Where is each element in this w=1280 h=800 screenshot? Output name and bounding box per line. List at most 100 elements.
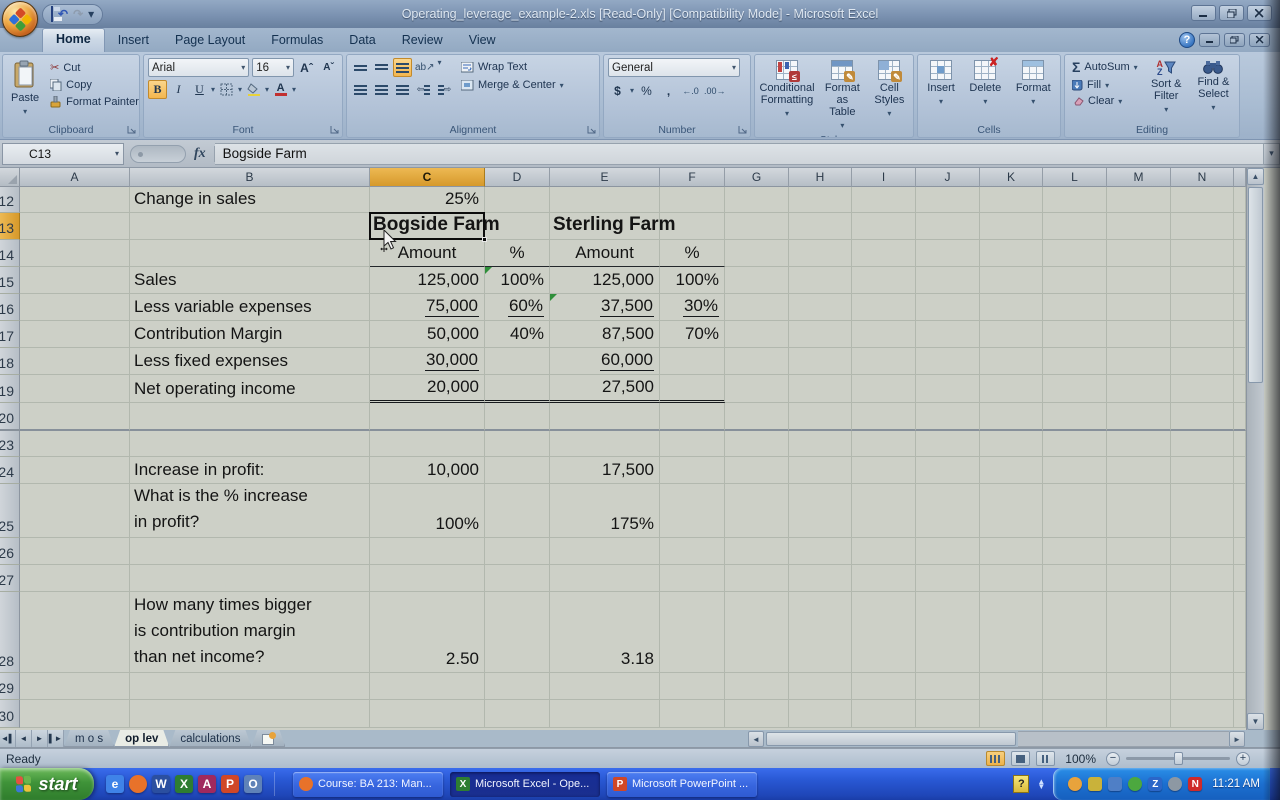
row-header-16[interactable]: 16	[0, 294, 20, 321]
cell-I16[interactable]	[852, 294, 916, 321]
cell-A27[interactable]	[20, 565, 130, 592]
cell-N19[interactable]	[1171, 375, 1234, 403]
cell-E23[interactable]	[550, 431, 660, 457]
cell-B19[interactable]: Net operating income	[130, 375, 370, 403]
cell-G17[interactable]	[725, 321, 789, 348]
cell-J24[interactable]	[916, 457, 980, 484]
cell-L28[interactable]	[1043, 592, 1107, 673]
last-sheet-button[interactable]: ▌►	[48, 730, 64, 747]
cell-F15[interactable]: 100%	[660, 267, 725, 294]
cell-C29[interactable]	[370, 673, 485, 700]
close-button[interactable]	[1247, 5, 1272, 21]
row-header-28[interactable]: 28	[0, 592, 20, 673]
alignment-dialog-launcher[interactable]	[587, 125, 597, 135]
cell-J19[interactable]	[916, 375, 980, 403]
autosum-button[interactable]: ΣAutoSum▾	[1069, 58, 1141, 76]
shield-tray-icon[interactable]	[1088, 777, 1102, 791]
cell-C14[interactable]: Amount	[370, 240, 485, 267]
cell-B20[interactable]	[130, 403, 370, 431]
cell-K17[interactable]	[980, 321, 1043, 348]
cell-L30[interactable]	[1043, 700, 1107, 728]
cell-F18[interactable]	[660, 348, 725, 375]
cell-B30[interactable]	[130, 700, 370, 728]
sheet-tab-op-lev[interactable]: op lev	[114, 730, 169, 747]
row-header-30[interactable]: 30	[0, 700, 20, 728]
cell-J12[interactable]	[916, 187, 980, 213]
cell-C13[interactable]: Bogside Farm	[370, 213, 485, 240]
cell-I28[interactable]	[852, 592, 916, 673]
cell-D15[interactable]: 100%	[485, 267, 550, 294]
cell-K20[interactable]	[980, 403, 1043, 431]
cell-I30[interactable]	[852, 700, 916, 728]
cell-C15[interactable]: 125,000	[370, 267, 485, 294]
tab-formulas[interactable]: Formulas	[258, 29, 336, 52]
cell-N29[interactable]	[1171, 673, 1234, 700]
font-family-select[interactable]: Arial▾	[148, 58, 249, 77]
volume-tray-icon[interactable]	[1168, 777, 1182, 791]
column-header-E[interactable]: E	[550, 168, 660, 187]
cell-J14[interactable]	[916, 240, 980, 267]
italic-button[interactable]: I	[169, 80, 188, 99]
cell-K23[interactable]	[980, 431, 1043, 457]
cell-A17[interactable]	[20, 321, 130, 348]
name-box-dropdown[interactable]: ▾	[115, 149, 119, 158]
cell-L24[interactable]	[1043, 457, 1107, 484]
cell-L18[interactable]	[1043, 348, 1107, 375]
taskbar-chevron-icon[interactable]: ▲▼	[1037, 779, 1045, 789]
powerpoint-icon[interactable]: P	[221, 775, 239, 793]
cell-A18[interactable]	[20, 348, 130, 375]
cell-G26[interactable]	[725, 538, 789, 565]
column-header-J[interactable]: J	[916, 168, 980, 187]
cell-J28[interactable]	[916, 592, 980, 673]
row-header-19[interactable]: 19	[0, 375, 20, 403]
cell-M17[interactable]	[1107, 321, 1171, 348]
cell-I15[interactable]	[852, 267, 916, 294]
cell-N13[interactable]	[1171, 213, 1234, 240]
cell-K19[interactable]	[980, 375, 1043, 403]
cell-L14[interactable]	[1043, 240, 1107, 267]
cell-I12[interactable]	[852, 187, 916, 213]
access-icon[interactable]: A	[198, 775, 216, 793]
align-left-button[interactable]	[351, 80, 370, 99]
vertical-scroll-thumb[interactable]	[1248, 187, 1263, 383]
cell-A28[interactable]	[20, 592, 130, 673]
restore-button[interactable]	[1219, 5, 1244, 21]
row-header-15[interactable]: 15	[0, 267, 20, 294]
cell-D24[interactable]	[485, 457, 550, 484]
column-header-I[interactable]: I	[852, 168, 916, 187]
cell-B23[interactable]	[130, 431, 370, 457]
cell-H18[interactable]	[789, 348, 852, 375]
messenger-tray-icon[interactable]	[1068, 777, 1082, 791]
cell-A23[interactable]	[20, 431, 130, 457]
insert-cells-button[interactable]: Insert▾	[923, 58, 959, 122]
cell-D25[interactable]	[485, 484, 550, 538]
align-right-button[interactable]	[393, 80, 412, 99]
tab-page-layout[interactable]: Page Layout	[162, 29, 258, 52]
cell-H25[interactable]	[789, 484, 852, 538]
delete-cells-button[interactable]: ✘ Delete▾	[965, 58, 1005, 122]
align-center-button[interactable]	[372, 80, 391, 99]
cell-A29[interactable]	[20, 673, 130, 700]
help-question-tray-icon[interactable]: ?	[1013, 775, 1029, 793]
column-header-L[interactable]: L	[1043, 168, 1107, 187]
cell-M28[interactable]	[1107, 592, 1171, 673]
cell-C25[interactable]: 100%	[370, 484, 485, 538]
font-color-button[interactable]: A	[271, 80, 290, 99]
cell-D30[interactable]	[485, 700, 550, 728]
row-header-13[interactable]: 13	[0, 213, 20, 240]
cell-F28[interactable]	[660, 592, 725, 673]
row-header-12[interactable]: 12	[0, 187, 20, 213]
fill-color-button[interactable]	[244, 80, 263, 99]
cell-B29[interactable]	[130, 673, 370, 700]
cell-N14[interactable]	[1171, 240, 1234, 267]
row-header-26[interactable]: 26	[0, 538, 20, 565]
column-header-N[interactable]: N	[1171, 168, 1234, 187]
cell-F16[interactable]: 30%	[660, 294, 725, 321]
accounting-format-dropdown[interactable]: ▾	[630, 86, 634, 95]
format-cells-button[interactable]: Format▾	[1012, 58, 1055, 122]
cut-button[interactable]: ✂Cut	[47, 60, 140, 75]
column-header-B[interactable]: B	[130, 168, 370, 187]
cell-H27[interactable]	[789, 565, 852, 592]
cell-G15[interactable]	[725, 267, 789, 294]
cell-C30[interactable]	[370, 700, 485, 728]
